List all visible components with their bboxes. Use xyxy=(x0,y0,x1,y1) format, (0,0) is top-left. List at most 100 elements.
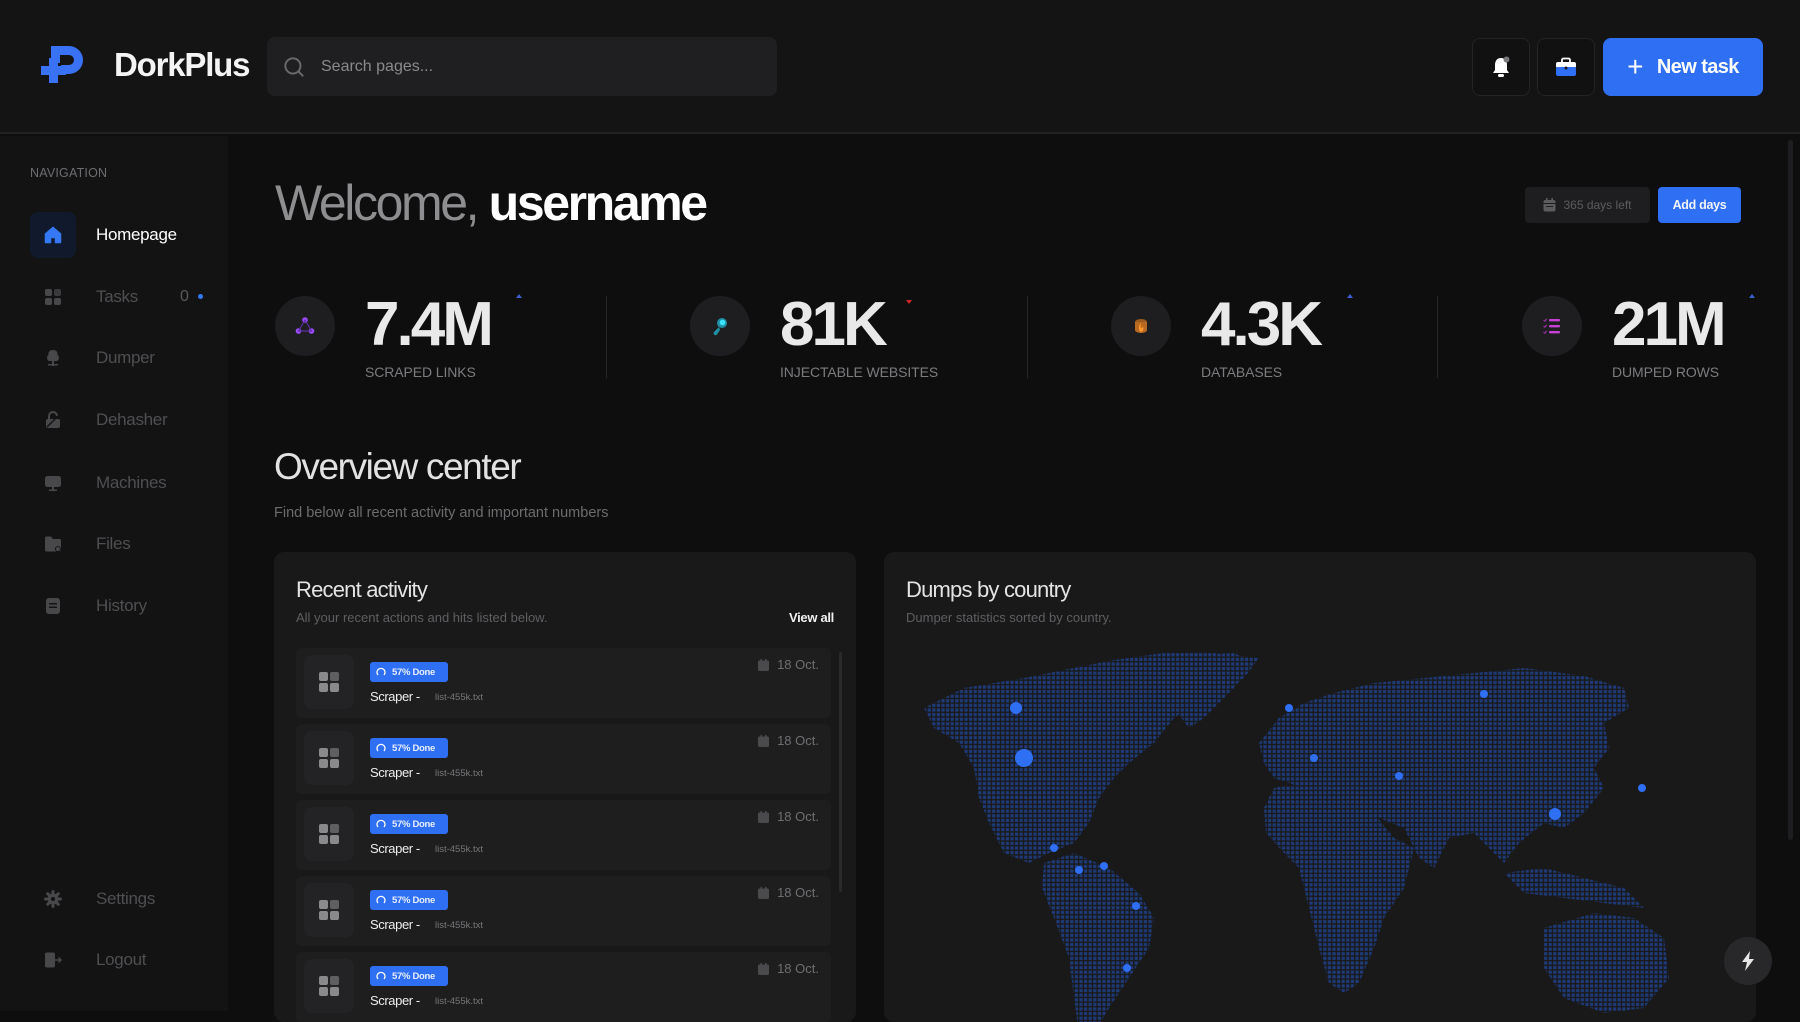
grid-icon xyxy=(319,748,339,768)
task-date: 18 Oct. xyxy=(758,885,819,900)
map-marker-central-america[interactable] xyxy=(1050,844,1058,852)
task-file: list-455k.txt xyxy=(435,920,484,931)
task-thumbnail xyxy=(304,883,354,937)
grid-icon xyxy=(319,824,339,844)
task-file: list-455k.txt xyxy=(435,844,484,855)
brand-name: DorkPlus xyxy=(114,46,250,83)
document-icon xyxy=(46,598,60,614)
gear-icon xyxy=(44,890,62,908)
recent-activity-subtitle: All your recent actions and hits listed … xyxy=(296,610,548,625)
task-date-text: 18 Oct. xyxy=(777,657,819,672)
sidebar-item-label: Logout xyxy=(96,950,147,969)
navigation-section-label: NAVIGATION xyxy=(30,166,108,180)
briefcase-button[interactable] xyxy=(1537,38,1595,96)
sidebar-item-label: Settings xyxy=(96,889,156,908)
network-icon xyxy=(295,317,315,334)
sidebar-item-dumper[interactable]: Dumper xyxy=(30,335,215,381)
notifications-button[interactable] xyxy=(1472,38,1530,96)
map-landmass xyxy=(924,652,1669,1022)
dorkplus-logo-icon[interactable] xyxy=(37,44,93,90)
activity-row[interactable]: 57% Done Scraper - list-455k.txt 18 Oct. xyxy=(296,724,831,794)
tasks-count: 0 xyxy=(180,288,189,305)
map-marker-brazil[interactable] xyxy=(1132,902,1140,910)
sidebar-item-logout[interactable]: Logout xyxy=(30,937,215,983)
task-name: Scraper - xyxy=(370,689,420,704)
spinner-icon xyxy=(376,971,386,980)
unlock-icon xyxy=(46,411,60,428)
stat-icon-wrapper xyxy=(1522,296,1582,356)
map-marker-iran[interactable] xyxy=(1395,772,1403,780)
trend-up-icon xyxy=(516,294,522,298)
tasks-indicator-dot xyxy=(198,294,203,299)
page-scrollbar[interactable] xyxy=(1788,140,1793,840)
quick-action-button[interactable] xyxy=(1724,937,1772,985)
sidebar-item-homepage[interactable]: Homepage xyxy=(30,212,215,258)
task-thumbnail xyxy=(304,655,354,709)
spinner-icon xyxy=(376,743,386,752)
activity-scrollbar[interactable] xyxy=(839,652,842,892)
sidebar-item-settings[interactable]: Settings xyxy=(30,876,215,922)
logout-icon xyxy=(45,952,62,968)
map-marker-argentina[interactable] xyxy=(1123,964,1131,972)
monitor-icon xyxy=(45,476,61,491)
stat-value: 21M xyxy=(1612,290,1727,359)
spinner-icon xyxy=(376,667,386,676)
map-marker-japan[interactable] xyxy=(1638,784,1646,792)
welcome-heading: Welcome, username xyxy=(275,174,708,232)
folder-icon xyxy=(45,536,61,552)
bell-icon xyxy=(1493,56,1510,77)
trend-up-icon xyxy=(1749,294,1755,298)
search-input[interactable] xyxy=(321,57,761,76)
grid-icon xyxy=(319,900,339,920)
task-name: Scraper - xyxy=(370,841,420,856)
sidebar-item-label: Machines xyxy=(96,473,167,492)
task-date: 18 Oct. xyxy=(758,657,819,672)
task-date-text: 18 Oct. xyxy=(777,961,819,976)
sidebar-item-files[interactable]: Files xyxy=(30,521,215,567)
calendar-icon xyxy=(758,734,770,747)
lightning-icon xyxy=(1742,951,1754,971)
sidebar-item-machines[interactable]: Machines xyxy=(30,460,215,506)
map-marker-united-kingdom[interactable] xyxy=(1285,704,1293,712)
task-thumbnail xyxy=(304,807,354,861)
sidebar-item-tasks[interactable]: Tasks 0 xyxy=(30,274,215,320)
map-marker-italy[interactable] xyxy=(1310,754,1318,762)
task-name: Scraper - xyxy=(370,765,420,780)
stat-icon-wrapper xyxy=(690,296,750,356)
activity-row[interactable]: 57% Done Scraper - list-455k.txt 18 Oct. xyxy=(296,800,831,870)
stat-label: DATABASES xyxy=(1201,364,1283,380)
task-date: 18 Oct. xyxy=(758,961,819,976)
recent-activity-card: Recent activity All your recent actions … xyxy=(274,552,856,1022)
syringe-icon xyxy=(713,318,727,336)
stat-value: 81K xyxy=(780,290,888,359)
map-marker-colombia[interactable] xyxy=(1075,866,1083,874)
stat-value: 7.4M xyxy=(365,290,494,359)
dumps-by-country-title: Dumps by country xyxy=(906,577,1071,602)
search-bar[interactable] xyxy=(267,37,777,96)
stat-label: INJECTABLE WEBSITES xyxy=(780,364,939,380)
dumps-by-country-card: Dumps by country Dumper statistics sorte… xyxy=(884,552,1756,1022)
activity-row[interactable]: 57% Done Scraper - list-455k.txt 18 Oct. xyxy=(296,952,831,1022)
map-marker-venezuela[interactable] xyxy=(1100,862,1108,870)
map-marker-canada[interactable] xyxy=(1010,702,1022,714)
task-date-text: 18 Oct. xyxy=(777,733,819,748)
stat-divider xyxy=(606,296,607,378)
sidebar-item-label: Homepage xyxy=(96,225,177,244)
sidebar-item-history[interactable]: History xyxy=(30,583,215,629)
task-file: list-455k.txt xyxy=(435,996,484,1007)
view-all-link[interactable]: View all xyxy=(789,610,834,625)
task-date: 18 Oct. xyxy=(758,733,819,748)
map-marker-china[interactable] xyxy=(1549,808,1561,820)
map-marker-united-states[interactable] xyxy=(1015,749,1033,767)
activity-row[interactable]: 57% Done Scraper - list-455k.txt 18 Oct. xyxy=(296,876,831,946)
sidebar-item-dehasher[interactable]: Dehasher xyxy=(30,397,215,443)
activity-row[interactable]: 57% Done Scraper - list-455k.txt 18 Oct. xyxy=(296,648,831,718)
sidebar-item-label: History xyxy=(96,596,147,615)
new-task-button[interactable]: + New task xyxy=(1603,38,1763,96)
welcome-greeting: Welcome, xyxy=(275,175,480,231)
new-task-label: New task xyxy=(1656,55,1740,78)
map-marker-russia[interactable] xyxy=(1480,690,1488,698)
add-days-button[interactable]: Add days xyxy=(1658,187,1741,223)
world-dot-map xyxy=(924,652,1669,1022)
task-date: 18 Oct. xyxy=(758,809,819,824)
